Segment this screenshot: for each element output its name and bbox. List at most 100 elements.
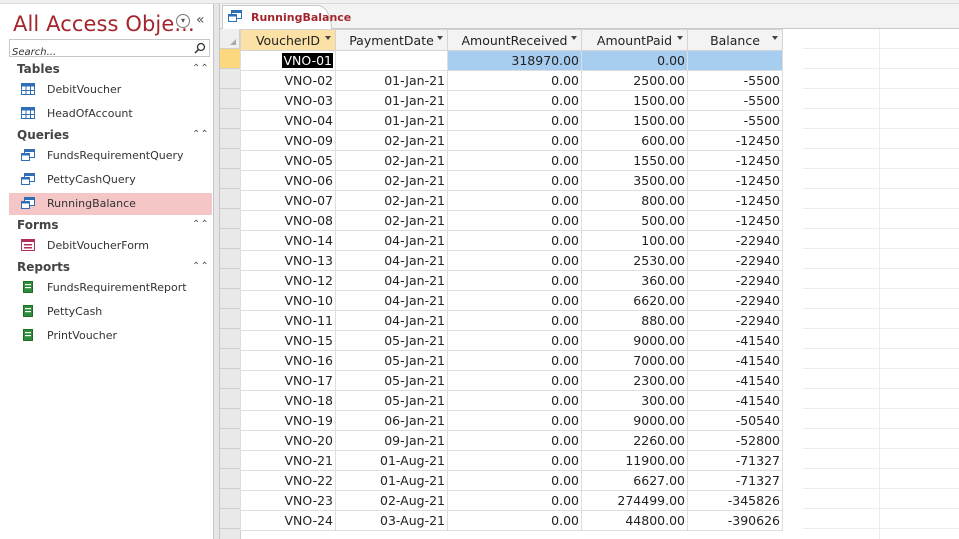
cell-amountreceived[interactable]: 0.00 bbox=[447, 170, 582, 191]
table-row[interactable]: VNO-17 05-Jan-21 0.00 2300.00 -41540 bbox=[240, 370, 783, 391]
table-row[interactable]: VNO-22 01-Aug-21 0.00 6627.00 -71327 bbox=[240, 470, 783, 491]
cell-voucherid[interactable]: VNO-02 bbox=[240, 70, 336, 91]
cell-amountreceived[interactable]: 0.00 bbox=[447, 150, 582, 171]
cell-amountreceived[interactable]: 0.00 bbox=[447, 510, 582, 531]
cell-amountreceived[interactable]: 0.00 bbox=[447, 330, 582, 351]
cell-amountreceived[interactable]: 0.00 bbox=[447, 190, 582, 211]
nav-item-headofaccount[interactable]: HeadOfAccount bbox=[9, 103, 212, 125]
cell-amountpaid[interactable]: 7000.00 bbox=[581, 350, 688, 371]
record-selector[interactable] bbox=[220, 469, 240, 489]
record-selector[interactable] bbox=[220, 309, 240, 329]
table-row[interactable]: VNO-10 04-Jan-21 0.00 6620.00 -22940 bbox=[240, 290, 783, 311]
cell-amountpaid[interactable]: 600.00 bbox=[581, 130, 688, 151]
sort-dropdown-icon[interactable] bbox=[437, 36, 443, 40]
cell-voucherid[interactable]: VNO-09 bbox=[240, 130, 336, 151]
cell-voucherid[interactable]: VNO-07 bbox=[240, 190, 336, 211]
cell-balance[interactable]: -12450 bbox=[687, 170, 783, 191]
search-input[interactable] bbox=[10, 44, 188, 61]
cell-amountreceived[interactable]: 0.00 bbox=[447, 110, 582, 131]
record-selector[interactable] bbox=[220, 209, 240, 229]
table-row[interactable]: VNO-12 04-Jan-21 0.00 360.00 -22940 bbox=[240, 270, 783, 291]
cell-balance[interactable]: -12450 bbox=[687, 210, 783, 231]
cell-amountreceived[interactable]: 0.00 bbox=[447, 290, 582, 311]
cell-balance[interactable]: -390626 bbox=[687, 510, 783, 531]
record-selector[interactable] bbox=[220, 349, 240, 369]
table-row[interactable]: VNO-14 04-Jan-21 0.00 100.00 -22940 bbox=[240, 230, 783, 251]
cell-paymentdate[interactable]: 04-Jan-21 bbox=[335, 310, 448, 331]
cell-paymentdate[interactable] bbox=[335, 50, 448, 71]
cell-paymentdate[interactable]: 02-Jan-21 bbox=[335, 150, 448, 171]
cell-paymentdate[interactable]: 04-Jan-21 bbox=[335, 250, 448, 271]
cell-paymentdate[interactable]: 02-Jan-21 bbox=[335, 130, 448, 151]
record-selector[interactable] bbox=[220, 389, 240, 409]
cell-paymentdate[interactable]: 02-Jan-21 bbox=[335, 170, 448, 191]
table-row[interactable]: VNO-19 06-Jan-21 0.00 9000.00 -50540 bbox=[240, 410, 783, 431]
cell-paymentdate[interactable]: 06-Jan-21 bbox=[335, 410, 448, 431]
cell-voucherid[interactable]: VNO-15 bbox=[240, 330, 336, 351]
record-selector[interactable] bbox=[220, 289, 240, 309]
group-tables[interactable]: Tables bbox=[17, 62, 60, 76]
record-selector[interactable] bbox=[220, 89, 240, 109]
nav-item-pettycash[interactable]: PettyCash bbox=[9, 301, 212, 323]
cell-amountpaid[interactable]: 880.00 bbox=[581, 310, 688, 331]
column-header-voucherid[interactable]: VoucherID bbox=[240, 29, 336, 51]
cell-voucherid[interactable]: VNO-11 bbox=[240, 310, 336, 331]
cell-voucherid[interactable]: VNO-05 bbox=[240, 150, 336, 171]
cell-balance[interactable]: -22940 bbox=[687, 230, 783, 251]
table-row[interactable]: VNO-04 01-Jan-21 0.00 1500.00 -5500 bbox=[240, 110, 783, 131]
table-row[interactable]: VNO-15 05-Jan-21 0.00 9000.00 -41540 bbox=[240, 330, 783, 351]
cell-amountpaid[interactable]: 6627.00 bbox=[581, 470, 688, 491]
collapse-group-icon[interactable]: ⌃⌃ bbox=[192, 261, 209, 272]
cell-amountpaid[interactable]: 1500.00 bbox=[581, 110, 688, 131]
cell-paymentdate[interactable]: 04-Jan-21 bbox=[335, 270, 448, 291]
nav-pane-title[interactable]: All Access Obje... bbox=[13, 12, 195, 36]
cell-amountpaid[interactable]: 300.00 bbox=[581, 390, 688, 411]
cell-amountreceived[interactable]: 0.00 bbox=[447, 310, 582, 331]
group-forms[interactable]: Forms bbox=[17, 218, 59, 232]
cell-paymentdate[interactable]: 05-Jan-21 bbox=[335, 350, 448, 371]
cell-balance[interactable]: -22940 bbox=[687, 250, 783, 271]
cell-paymentdate[interactable]: 03-Aug-21 bbox=[335, 510, 448, 531]
cell-balance[interactable]: -52800 bbox=[687, 430, 783, 451]
cell-paymentdate[interactable]: 05-Jan-21 bbox=[335, 370, 448, 391]
cell-amountreceived[interactable]: 0.00 bbox=[447, 210, 582, 231]
cell-amountreceived[interactable]: 318970.00 bbox=[447, 50, 582, 71]
cell-voucherid[interactable]: VNO-23 bbox=[240, 490, 336, 511]
cell-amountreceived[interactable]: 0.00 bbox=[447, 90, 582, 111]
record-selector[interactable] bbox=[220, 489, 240, 509]
column-header-amountreceived[interactable]: AmountReceived bbox=[447, 29, 582, 51]
collapse-group-icon[interactable]: ⌃⌃ bbox=[192, 63, 209, 74]
cell-amountreceived[interactable]: 0.00 bbox=[447, 430, 582, 451]
cell-paymentdate[interactable]: 04-Jan-21 bbox=[335, 230, 448, 251]
cell-paymentdate[interactable]: 01-Aug-21 bbox=[335, 470, 448, 491]
cell-amountpaid[interactable]: 2500.00 bbox=[581, 70, 688, 91]
column-header-balance[interactable]: Balance bbox=[687, 29, 783, 51]
record-selector[interactable] bbox=[220, 129, 240, 149]
cell-paymentdate[interactable]: 02-Aug-21 bbox=[335, 490, 448, 511]
cell-voucherid[interactable]: VNO-14 bbox=[240, 230, 336, 251]
cell-voucherid[interactable]: VNO-03 bbox=[240, 90, 336, 111]
table-row[interactable]: VNO-06 02-Jan-21 0.00 3500.00 -12450 bbox=[240, 170, 783, 191]
column-header-amountpaid[interactable]: AmountPaid bbox=[581, 29, 688, 51]
nav-item-printvoucher[interactable]: PrintVoucher bbox=[9, 325, 212, 347]
cell-balance[interactable] bbox=[687, 50, 783, 71]
record-selector[interactable] bbox=[220, 109, 240, 129]
record-selector[interactable] bbox=[220, 229, 240, 249]
record-selector[interactable] bbox=[220, 49, 240, 69]
cell-paymentdate[interactable]: 05-Jan-21 bbox=[335, 390, 448, 411]
cell-amountreceived[interactable]: 0.00 bbox=[447, 470, 582, 491]
group-queries[interactable]: Queries bbox=[17, 128, 69, 142]
table-row[interactable]: VNO-23 02-Aug-21 0.00 274499.00 -345826 bbox=[240, 490, 783, 511]
cell-balance[interactable]: -41540 bbox=[687, 330, 783, 351]
table-row[interactable]: VNO-07 02-Jan-21 0.00 800.00 -12450 bbox=[240, 190, 783, 211]
cell-voucherid[interactable]: VNO-04 bbox=[240, 110, 336, 131]
group-reports[interactable]: Reports bbox=[17, 260, 70, 274]
cell-amountpaid[interactable]: 44800.00 bbox=[581, 510, 688, 531]
cell-voucherid[interactable]: VNO-22 bbox=[240, 470, 336, 491]
cell-amountpaid[interactable]: 3500.00 bbox=[581, 170, 688, 191]
record-selector[interactable] bbox=[220, 169, 240, 189]
cell-balance[interactable]: -71327 bbox=[687, 470, 783, 491]
column-header-paymentdate[interactable]: PaymentDate bbox=[335, 29, 448, 51]
cell-paymentdate[interactable]: 01-Aug-21 bbox=[335, 450, 448, 471]
select-all-corner[interactable] bbox=[220, 29, 240, 49]
